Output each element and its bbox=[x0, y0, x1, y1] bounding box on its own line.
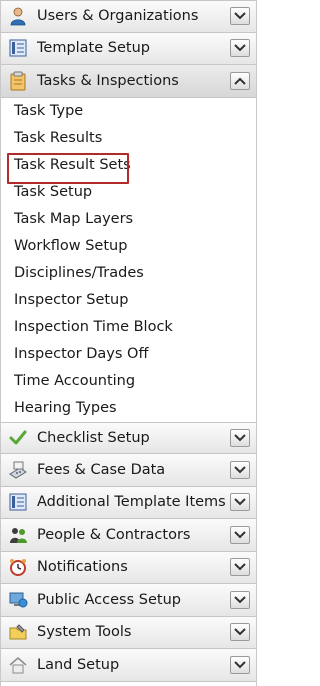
menu-item-time-accounting[interactable]: Time Accounting bbox=[1, 368, 256, 395]
section-additional-template-items[interactable]: Additional Template Items bbox=[1, 486, 256, 519]
chevron-down-icon[interactable] bbox=[230, 493, 250, 512]
chevron-down-icon[interactable] bbox=[230, 428, 250, 447]
menu-item-task-type[interactable]: Task Type bbox=[1, 98, 256, 125]
chevron-down-icon[interactable] bbox=[230, 39, 250, 58]
section-system-tools[interactable]: System Tools bbox=[1, 616, 256, 649]
menu-item-inspector-setup[interactable]: Inspector Setup bbox=[1, 287, 256, 314]
section-land-setup[interactable]: Land Setup bbox=[1, 649, 256, 682]
chevron-down-icon[interactable] bbox=[230, 590, 250, 609]
user-icon bbox=[7, 5, 29, 27]
section-label: Additional Template Items bbox=[37, 494, 226, 511]
section-label: Checklist Setup bbox=[37, 429, 150, 446]
people-icon bbox=[7, 524, 29, 546]
section-label: System Tools bbox=[37, 624, 132, 641]
section-label: People & Contractors bbox=[37, 526, 191, 543]
chevron-down-icon[interactable] bbox=[230, 623, 250, 642]
section-checklist-setup[interactable]: Checklist Setup bbox=[1, 421, 256, 454]
section-public-access-setup[interactable]: Public Access Setup bbox=[1, 584, 256, 617]
clipboard-icon bbox=[7, 70, 29, 92]
section-label: Users & Organizations bbox=[37, 8, 199, 25]
section-notifications[interactable]: Notifications bbox=[1, 551, 256, 584]
computer-icon bbox=[7, 589, 29, 611]
alarm-clock-icon bbox=[7, 556, 29, 578]
chevron-up-icon[interactable] bbox=[230, 71, 250, 90]
section-template-setup[interactable]: Template Setup bbox=[1, 32, 256, 65]
settings-navigation-panel: Users & Organizations Template Setup Tas… bbox=[0, 0, 257, 686]
template-icon bbox=[7, 37, 29, 59]
section-label: Notifications bbox=[37, 559, 128, 576]
section-label: Public Access Setup bbox=[37, 591, 181, 608]
tasks-inspections-submenu: Task Type Task Results Task Result Sets … bbox=[1, 97, 256, 422]
section-label: Tasks & Inspections bbox=[37, 72, 179, 89]
menu-item-workflow-setup[interactable]: Workflow Setup bbox=[1, 233, 256, 260]
menu-item-task-results[interactable]: Task Results bbox=[1, 125, 256, 152]
calculator-icon bbox=[7, 459, 29, 481]
menu-item-inspector-days-off[interactable]: Inspector Days Off bbox=[1, 341, 256, 368]
house-icon bbox=[7, 654, 29, 676]
chevron-down-icon[interactable] bbox=[230, 558, 250, 577]
chevron-down-icon[interactable] bbox=[230, 525, 250, 544]
folder-tools-icon bbox=[7, 621, 29, 643]
menu-item-task-result-sets[interactable]: Task Result Sets bbox=[1, 152, 256, 184]
section-label: Land Setup bbox=[37, 656, 120, 673]
template-icon bbox=[7, 491, 29, 513]
section-label: Template Setup bbox=[37, 40, 150, 57]
section-users-organizations[interactable]: Users & Organizations bbox=[1, 0, 256, 33]
menu-item-hearing-types[interactable]: Hearing Types bbox=[1, 395, 256, 422]
section-people-contractors[interactable]: People & Contractors bbox=[1, 519, 256, 552]
menu-item-task-setup[interactable]: Task Setup bbox=[1, 179, 256, 206]
section-tasks-inspections[interactable]: Tasks & Inspections bbox=[1, 65, 256, 98]
section-fees-case-data[interactable]: Fees & Case Data bbox=[1, 454, 256, 487]
menu-item-task-map-layers[interactable]: Task Map Layers bbox=[1, 206, 256, 233]
menu-item-inspection-time-block[interactable]: Inspection Time Block bbox=[1, 314, 256, 341]
checkmark-icon bbox=[7, 427, 29, 449]
chevron-down-icon[interactable] bbox=[230, 460, 250, 479]
chevron-down-icon[interactable] bbox=[230, 655, 250, 674]
menu-item-disciplines-trades[interactable]: Disciplines/Trades bbox=[1, 260, 256, 287]
section-label: Fees & Case Data bbox=[37, 461, 166, 478]
chevron-down-icon[interactable] bbox=[230, 7, 250, 26]
